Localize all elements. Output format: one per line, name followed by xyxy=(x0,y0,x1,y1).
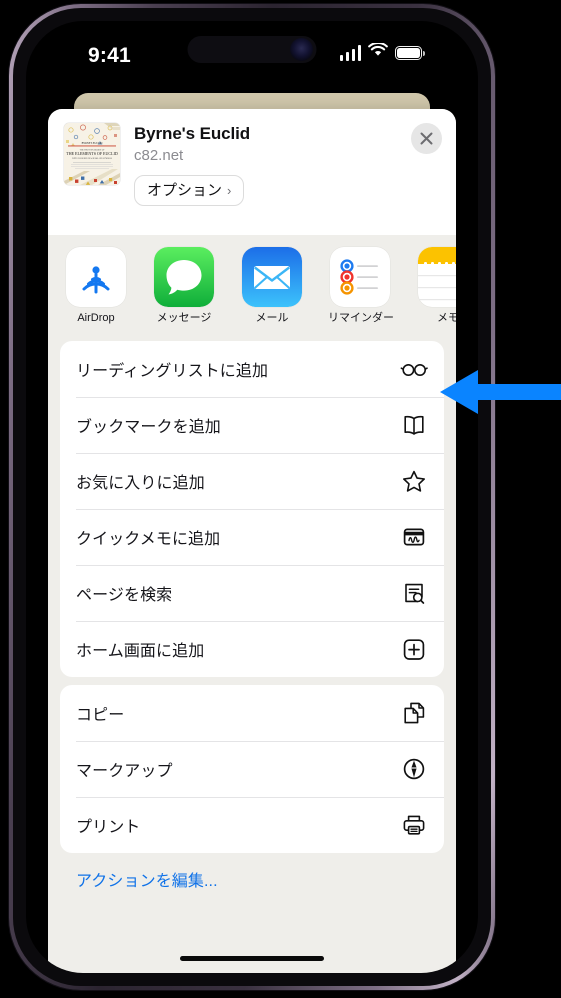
close-icon xyxy=(420,132,433,145)
chevron-right-icon: › xyxy=(227,182,232,198)
screenshot-stage: 9:41 BYRNE'S EUCLID THE FIRST SIX BOOKS … xyxy=(0,0,561,998)
glasses-icon xyxy=(400,355,428,383)
markup-icon xyxy=(400,755,428,783)
action-label: ページを検索 xyxy=(76,586,173,604)
book-icon xyxy=(400,411,428,439)
share-sheet: BYRNE'S EUCLID THE FIRST SIX BOOKS OF TH… xyxy=(48,109,456,973)
device-screen: 9:41 BYRNE'S EUCLID THE FIRST SIX BOOKS … xyxy=(26,21,478,973)
edit-actions-button[interactable]: アクションを編集... xyxy=(60,867,444,891)
svg-text:THE ELEMENTS OF EUCLID: THE ELEMENTS OF EUCLID xyxy=(66,151,118,156)
action-row-print[interactable]: プリント xyxy=(60,796,444,853)
wifi-icon xyxy=(368,41,388,63)
battery-icon xyxy=(395,46,426,60)
print-icon xyxy=(400,811,428,839)
action-group-secondary: コピー マークアップ プリント xyxy=(60,684,444,853)
action-label: コピー xyxy=(76,706,125,724)
share-target-mail[interactable]: メール xyxy=(240,247,304,325)
front-camera-icon xyxy=(290,38,313,61)
notes-icon xyxy=(418,247,456,307)
action-row-find-on-page[interactable]: ページを検索 xyxy=(60,564,444,621)
reminders-icon xyxy=(330,247,390,307)
find-on-page-icon xyxy=(400,579,428,607)
status-bar-indicators xyxy=(339,41,426,63)
page-url: c82.net xyxy=(134,146,184,164)
share-target-reminders[interactable]: リマインダー xyxy=(328,247,394,325)
options-button[interactable]: オプション › xyxy=(134,174,245,206)
action-label: ブックマークを追加 xyxy=(76,418,221,436)
signal-bars-icon xyxy=(339,45,361,61)
share-target-notes[interactable]: メモ xyxy=(416,247,456,325)
airdrop-icon xyxy=(66,247,126,307)
action-row-add-to-quick-note[interactable]: クイックメモに追加 xyxy=(60,508,444,565)
home-indicator[interactable] xyxy=(180,956,324,961)
action-row-add-to-home-screen[interactable]: ホーム画面に追加 xyxy=(60,620,444,677)
close-button[interactable] xyxy=(411,123,442,154)
share-targets-row[interactable]: AirDrop メッセージ メール リマインダー メモ xyxy=(48,235,456,333)
share-target-label: メッセージ xyxy=(156,312,212,324)
page-thumbnail: BYRNE'S EUCLID THE FIRST SIX BOOKS OF TH… xyxy=(64,123,120,185)
quick-note-icon xyxy=(400,523,428,551)
action-label: リーディングリストに追加 xyxy=(76,362,269,380)
share-target-label: リマインダー xyxy=(328,312,394,324)
action-label: マークアップ xyxy=(76,762,173,780)
action-label: ホーム画面に追加 xyxy=(76,642,205,660)
book-cover-artwork: BYRNE'S EUCLID THE FIRST SIX BOOKS OF TH… xyxy=(64,123,120,185)
action-row-add-bookmark[interactable]: ブックマークを追加 xyxy=(60,396,444,453)
add-to-home-screen-icon xyxy=(400,635,428,663)
iphone-device-frame: 9:41 BYRNE'S EUCLID THE FIRST SIX BOOKS … xyxy=(9,4,495,990)
svg-text:WITH COLOURED DIAGRAMS AND SYM: WITH COLOURED DIAGRAMS AND SYMBOLS xyxy=(72,157,112,160)
action-row-add-to-reading-list[interactable]: リーディングリストに追加 xyxy=(60,341,444,397)
action-row-markup[interactable]: マークアップ xyxy=(60,740,444,797)
messages-icon xyxy=(154,247,214,307)
copy-icon xyxy=(400,699,428,727)
status-bar-time: 9:41 xyxy=(88,44,131,67)
share-sheet-header: BYRNE'S EUCLID THE FIRST SIX BOOKS OF TH… xyxy=(48,109,456,235)
svg-text:BYRNE'S EUCLID: BYRNE'S EUCLID xyxy=(82,142,103,145)
action-row-copy[interactable]: コピー xyxy=(60,685,444,741)
share-target-label: メール xyxy=(255,312,289,324)
options-button-label: オプション xyxy=(147,181,223,199)
status-bar: 9:41 xyxy=(26,21,478,79)
device-bezel: 9:41 BYRNE'S EUCLID THE FIRST SIX BOOKS … xyxy=(13,8,491,986)
star-icon xyxy=(400,467,428,495)
share-target-messages[interactable]: メッセージ xyxy=(152,247,216,325)
share-target-label: AirDrop xyxy=(77,312,115,324)
action-label: クイックメモに追加 xyxy=(76,530,221,548)
mail-icon xyxy=(242,247,302,307)
share-target-airdrop[interactable]: AirDrop xyxy=(64,247,128,325)
action-row-add-to-favorites[interactable]: お気に入りに追加 xyxy=(60,452,444,509)
share-target-label: メモ xyxy=(437,312,456,324)
page-title: Byrne's Euclid xyxy=(134,124,251,143)
action-label: お気に入りに追加 xyxy=(76,474,205,492)
annotation-arrow-left xyxy=(438,368,561,416)
share-sheet-header-text: Byrne's Euclid c82.net オプション › xyxy=(134,123,440,206)
action-group-primary: リーディングリストに追加 ブックマークを追加 お気に入りに追加 クイックメモに追… xyxy=(60,340,444,677)
action-label: プリント xyxy=(76,818,141,836)
